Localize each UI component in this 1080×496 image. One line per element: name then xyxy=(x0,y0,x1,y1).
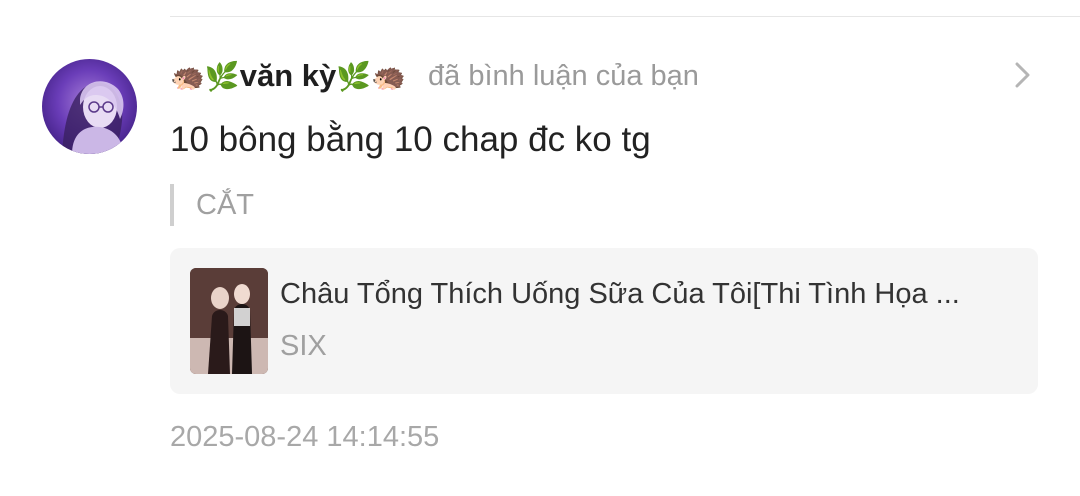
leaf-emoji-icon: 🌿 xyxy=(336,59,372,93)
timestamp: 2025-08-24 14:14:55 xyxy=(170,421,440,453)
chevron-right-icon[interactable] xyxy=(1012,60,1034,90)
work-card[interactable]: Châu Tổng Thích Uống Sữa Của Tôi[Thi Tìn… xyxy=(170,248,1038,394)
work-title: Châu Tổng Thích Uống Sữa Của Tôi[Thi Tìn… xyxy=(280,278,960,310)
username-text: văn kỳ xyxy=(239,58,337,93)
action-text: đã bình luận của bạn xyxy=(428,59,699,92)
user-avatar[interactable] xyxy=(42,59,137,154)
hedgehog-emoji-icon: 🦔 xyxy=(371,59,407,93)
avatar-icon xyxy=(62,81,124,154)
comment-text: 10 bông bằng 10 chap đc ko tg xyxy=(170,120,651,159)
username[interactable]: 🦔 🌿 văn kỳ 🌿 🦔 xyxy=(170,58,406,94)
top-divider xyxy=(170,16,1080,17)
leaf-emoji-icon: 🌿 xyxy=(204,59,240,93)
work-cover-thumbnail xyxy=(190,268,268,374)
quoted-text: CẮT xyxy=(170,184,254,226)
notification-header: 🦔 🌿 văn kỳ 🌿 🦔 đã bình luận của bạn xyxy=(170,52,699,100)
work-author: SIX xyxy=(280,330,327,362)
cover-image-icon xyxy=(190,268,268,374)
hedgehog-emoji-icon: 🦔 xyxy=(170,59,205,93)
